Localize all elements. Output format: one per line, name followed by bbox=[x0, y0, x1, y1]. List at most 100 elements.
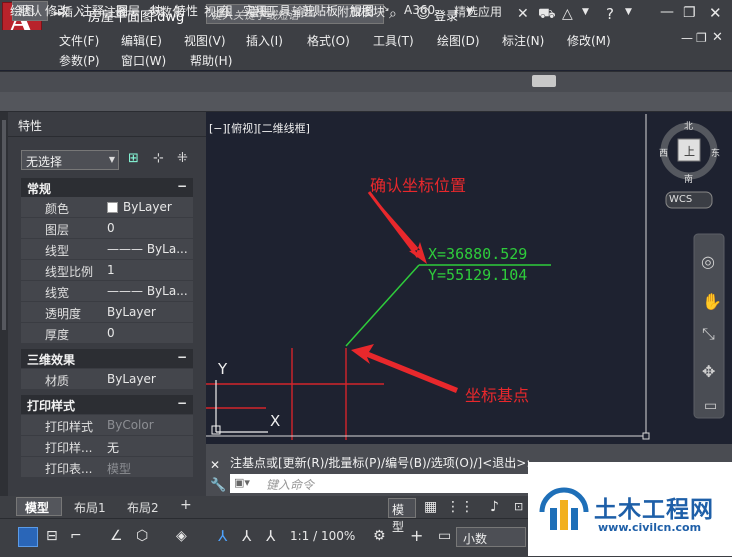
isodraft-icon[interactable]: ⬡ bbox=[136, 528, 148, 544]
panel-draw[interactable]: 绘图 bbox=[10, 2, 34, 19]
menu-window[interactable]: 窗口(W) bbox=[121, 52, 166, 69]
viewcube-north[interactable]: 北 bbox=[684, 119, 693, 132]
chevron-down-icon[interactable]: ▼ bbox=[625, 7, 632, 17]
section-plot-style[interactable]: 打印样式 − bbox=[21, 395, 193, 414]
command-close-icon[interactable]: ✕ bbox=[210, 458, 220, 472]
viewcube-west[interactable]: 西 bbox=[659, 146, 668, 159]
panel-expand-icon[interactable]: ↘ bbox=[382, 4, 390, 14]
restore-icon[interactable]: ❐ bbox=[683, 5, 696, 21]
quick-select-icon[interactable]: ⁜ bbox=[177, 151, 188, 166]
add-layout-button[interactable]: + bbox=[180, 497, 192, 513]
hardware-accel-icon[interactable]: ▭ bbox=[438, 528, 451, 544]
section-general[interactable]: 常规 − bbox=[21, 178, 193, 197]
property-row[interactable]: 线宽 ——— ByLa... bbox=[21, 281, 193, 302]
menu-dimension[interactable]: 标注(N) bbox=[502, 32, 544, 49]
section-3d-effects[interactable]: 三维效果 − bbox=[21, 349, 193, 368]
command-input[interactable]: ▣▾ 键入命令 bbox=[230, 474, 560, 493]
cart-icon[interactable]: ⛟ bbox=[538, 6, 556, 24]
snap-mode-icon[interactable]: ⋮⋮ bbox=[446, 499, 474, 515]
property-row[interactable]: 厚度 0 bbox=[21, 323, 193, 344]
panel-annotation[interactable]: 注释 bbox=[80, 2, 104, 19]
osnap-icon[interactable]: ◈ bbox=[176, 528, 187, 544]
customize-wrench-icon[interactable]: 🔧 bbox=[210, 478, 226, 493]
workspace-gear-icon[interactable]: ⚙ bbox=[373, 528, 386, 544]
tab-layout1[interactable]: 布局1 bbox=[74, 499, 106, 516]
tab-featured-apps[interactable]: 精选应用 bbox=[454, 3, 502, 20]
binoculars-icon[interactable]: ⌕ bbox=[389, 6, 397, 22]
wcs-label[interactable]: WCS bbox=[669, 194, 692, 205]
grid-toggle-icon[interactable] bbox=[18, 527, 38, 547]
select-objects-icon[interactable]: ⊹ bbox=[153, 151, 164, 166]
chevron-down-icon[interactable]: ▼ bbox=[582, 7, 589, 17]
selection-dropdown[interactable]: 无选择 ▼ bbox=[21, 150, 119, 170]
property-row[interactable]: 材质 ByLayer bbox=[21, 369, 193, 390]
panel-block[interactable]: 块 bbox=[151, 2, 163, 19]
ribbon-toggle-button[interactable] bbox=[532, 75, 556, 87]
model-space-button[interactable]: 模型 bbox=[388, 498, 416, 534]
close-icon[interactable]: ✕ bbox=[709, 4, 722, 22]
ortho-icon[interactable]: ⌐ bbox=[70, 528, 82, 544]
panel-expand-icon[interactable]: ↘ bbox=[204, 4, 212, 14]
showmotion-icon[interactable]: ▭ bbox=[704, 398, 717, 414]
viewport-controls-label[interactable]: [−][俯视][二维线框] bbox=[209, 120, 310, 136]
a360-icon[interactable]: △ bbox=[562, 6, 573, 22]
menu-help[interactable]: 帮助(H) bbox=[190, 52, 232, 69]
polar-icon[interactable]: ∠ bbox=[110, 528, 123, 544]
panel-modify[interactable]: 修改 bbox=[45, 2, 69, 19]
doc-minimize-icon[interactable]: — bbox=[681, 31, 693, 45]
viewport-grip[interactable] bbox=[642, 432, 650, 440]
annotation-scale-icon[interactable]: ⅄ bbox=[266, 527, 275, 545]
property-row[interactable]: 颜色 ByLayer bbox=[21, 197, 193, 218]
pan-icon[interactable]: ✋ bbox=[702, 292, 722, 311]
viewcube-south[interactable]: 南 bbox=[684, 172, 693, 185]
snap-icon[interactable]: ⊟ bbox=[46, 528, 58, 544]
palette-scroll-grip[interactable] bbox=[2, 120, 6, 330]
menu-edit[interactable]: 编辑(E) bbox=[121, 32, 162, 49]
dynamic-input-icon[interactable]: ⊡ bbox=[514, 500, 523, 513]
exchange-icon[interactable]: ✕ bbox=[517, 6, 529, 22]
property-row[interactable]: 透明度 ByLayer bbox=[21, 302, 193, 323]
menu-insert[interactable]: 插入(I) bbox=[246, 32, 283, 49]
viewcube-top-label[interactable]: 上 bbox=[684, 143, 695, 159]
property-row[interactable]: 线型比例 1 bbox=[21, 260, 193, 281]
panel-utilities[interactable]: 实用工具 bbox=[243, 2, 291, 19]
viewcube-east[interactable]: 东 bbox=[711, 146, 720, 159]
tab-model[interactable]: 模型 bbox=[16, 497, 62, 516]
panel-view[interactable]: 视图 bbox=[350, 2, 374, 19]
minimize-icon[interactable]: — bbox=[660, 4, 674, 20]
units-dropdown[interactable]: 小数 bbox=[456, 527, 526, 547]
tab-a360[interactable]: A360 bbox=[404, 3, 435, 17]
help-icon[interactable]: ? bbox=[606, 5, 614, 23]
menu-view[interactable]: 视图(V) bbox=[184, 32, 226, 49]
property-row[interactable]: 打印样... 无 bbox=[21, 436, 193, 457]
toggle-pickadd-icon[interactable]: ⊞ bbox=[128, 151, 139, 166]
menu-parametric[interactable]: 参数(P) bbox=[59, 52, 100, 69]
doc-restore-icon[interactable]: ❐ bbox=[696, 31, 707, 45]
orbit-icon[interactable]: ✥ bbox=[702, 362, 715, 381]
panel-layers[interactable]: 图层 bbox=[116, 2, 140, 19]
tab-layout2[interactable]: 布局2 bbox=[127, 499, 159, 516]
annotation-visibility-icon[interactable]: ⅄ bbox=[218, 527, 227, 545]
menu-tools[interactable]: 工具(T) bbox=[373, 32, 414, 49]
property-row[interactable]: 图层 0 bbox=[21, 218, 193, 239]
zoom-extents-icon[interactable]: ⤡ bbox=[702, 324, 715, 344]
menu-file[interactable]: 文件(F) bbox=[59, 32, 99, 49]
annotation-scale-value[interactable]: 1:1 / 100% bbox=[290, 529, 355, 543]
panel-clipboard[interactable]: 剪贴板 bbox=[302, 2, 338, 19]
steering-wheel-icon[interactable]: ◎ bbox=[701, 252, 715, 271]
menu-format[interactable]: 格式(O) bbox=[307, 32, 350, 49]
menu-modify[interactable]: 修改(M) bbox=[567, 32, 611, 49]
menu-draw[interactable]: 绘图(D) bbox=[437, 32, 480, 49]
property-value: ByLayer bbox=[107, 372, 156, 386]
command-prompt-icon[interactable]: ▣▾ bbox=[234, 476, 250, 489]
property-row[interactable]: 线型 ——— ByLa... bbox=[21, 239, 193, 260]
property-row[interactable]: 打印表... 模型 bbox=[21, 457, 193, 478]
panel-properties[interactable]: 特性 bbox=[174, 2, 198, 19]
drawing-viewport[interactable]: [−][俯视][二维线框] 确认坐标位置 坐标基点 X=36880.529 Y=… bbox=[206, 114, 732, 444]
annotation-autoscale-icon[interactable]: ⅄ bbox=[242, 527, 251, 545]
doc-close-icon[interactable]: ✕ bbox=[712, 30, 723, 45]
panel-groups[interactable]: 组 bbox=[221, 2, 233, 19]
infer-constraints-icon[interactable]: ♪ bbox=[490, 499, 499, 515]
grid-display-icon[interactable]: ▦ bbox=[424, 499, 437, 515]
property-row[interactable]: 打印样式 ByColor bbox=[21, 415, 193, 436]
